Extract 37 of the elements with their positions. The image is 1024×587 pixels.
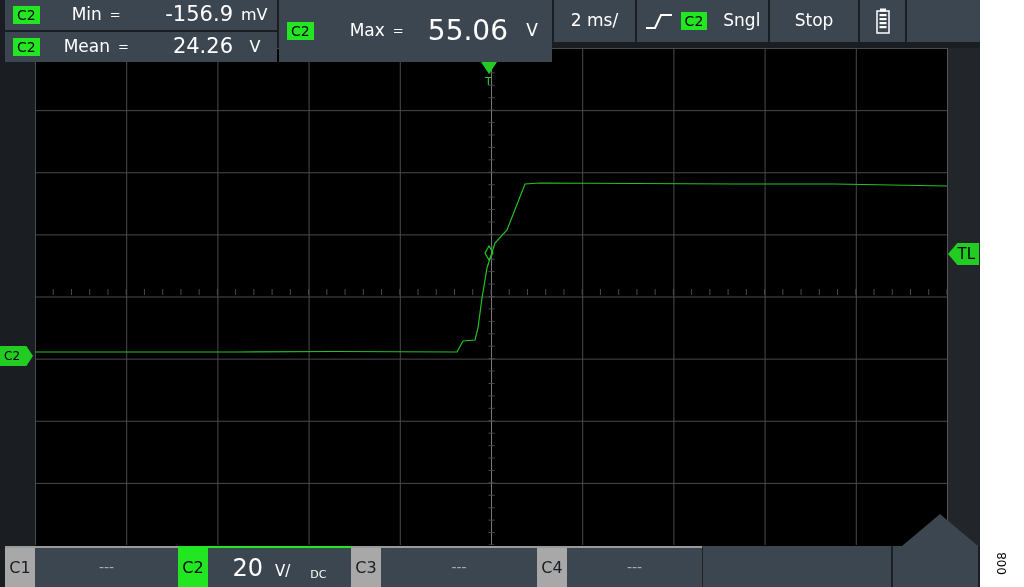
figure-label: 008 bbox=[994, 552, 1010, 575]
trigger-button[interactable]: C2 Sngl bbox=[635, 0, 768, 42]
crossing-marker-icon bbox=[484, 244, 494, 262]
measurement-value: 24.26 bbox=[172, 33, 233, 61]
measurement-value: -156.9 bbox=[165, 1, 233, 29]
measurement-label: Min bbox=[71, 3, 102, 27]
unit-label: mV bbox=[241, 4, 269, 26]
trigger-position-label: T bbox=[485, 76, 492, 87]
unit-label: V/ bbox=[275, 561, 291, 583]
rising-edge-icon bbox=[644, 13, 673, 29]
channel-label: C2 bbox=[178, 548, 208, 587]
battery-icon bbox=[875, 8, 890, 34]
channel-scale: --- bbox=[626, 558, 643, 577]
measurement-label: Max bbox=[349, 19, 385, 43]
channel-offset-marker: C2 bbox=[0, 346, 33, 366]
timebase-button[interactable]: 2 ms/ bbox=[552, 0, 635, 42]
measurement-value: 55.06 bbox=[427, 13, 508, 49]
trigger-mode: Sngl bbox=[723, 9, 761, 33]
channel-scale: --- bbox=[451, 558, 467, 577]
channel-scale: 20 bbox=[232, 552, 264, 584]
channel-tag: C2 bbox=[287, 22, 314, 40]
channel-label: C3 bbox=[351, 548, 381, 587]
channel-label: C1 bbox=[5, 548, 35, 587]
stop-button[interactable]: Stop bbox=[768, 0, 858, 42]
equals-sign: = bbox=[392, 22, 404, 41]
channel-tag: C2 bbox=[13, 38, 40, 56]
channel-label: C4 bbox=[537, 548, 567, 587]
coupling-label: DC bbox=[310, 567, 327, 584]
menu-tab[interactable] bbox=[892, 514, 978, 587]
channel-tag: C2 bbox=[680, 12, 708, 30]
unit-label: V bbox=[248, 36, 262, 58]
channel-scale: --- bbox=[98, 558, 115, 577]
equals-sign: = bbox=[118, 38, 129, 57]
equals-sign: = bbox=[109, 6, 121, 25]
unit-label: V bbox=[525, 19, 539, 43]
measurement-label: Mean bbox=[63, 35, 110, 59]
channel-tag: C2 bbox=[13, 6, 40, 24]
